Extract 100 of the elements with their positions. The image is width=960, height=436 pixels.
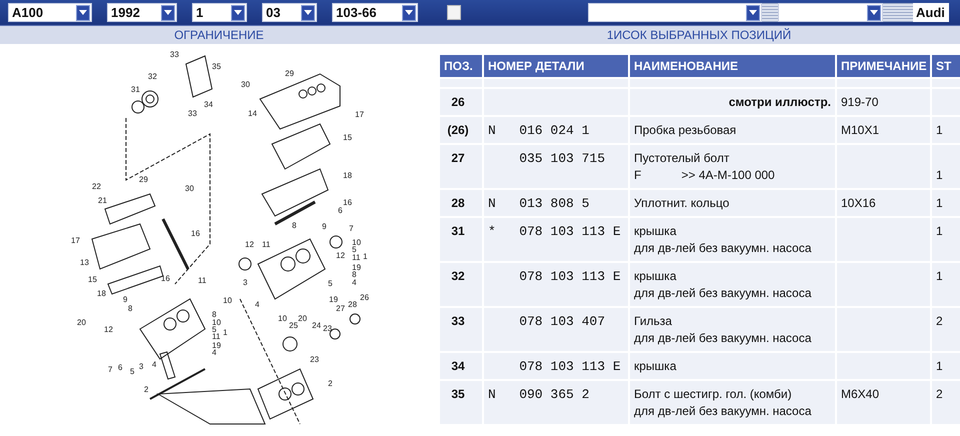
callout-number: 25 (289, 321, 298, 330)
callout-number: 7 (108, 365, 112, 374)
callout-number: 17 (355, 110, 364, 119)
callout-number: 30 (185, 184, 194, 193)
callout-number: 23 (310, 355, 319, 364)
part-name: крышка (634, 223, 678, 240)
quantity: 1 (936, 359, 943, 373)
callout-number: 29 (139, 175, 148, 184)
part-name: для дв-лей без вакуумн. насоса (634, 330, 812, 347)
callout-number: 6 (338, 206, 342, 215)
callout-number: 5 (328, 279, 332, 288)
quantity: 1 (936, 196, 943, 210)
caret-icon (405, 10, 413, 15)
caret-icon (870, 10, 878, 15)
callout-number: 6 (118, 363, 122, 372)
filter-select[interactable]: 03 (262, 3, 317, 22)
search-select[interactable] (588, 3, 762, 22)
part-name: крышка (634, 268, 678, 285)
callout-number: 5 (352, 245, 356, 254)
part-name: Пустотелый болт (634, 150, 730, 167)
callout-number: 12 (104, 325, 113, 334)
callout-number: 29 (285, 69, 294, 78)
part-number: 078 103 407 (518, 314, 606, 329)
filter-select[interactable]: 1 (192, 3, 247, 22)
part-number: N 013 808 5 (488, 196, 590, 211)
column-header: НОМЕР ДЕТАЛИ (484, 55, 628, 77)
stripe-decoration (762, 3, 778, 22)
part-number: 078 103 113 E (518, 359, 621, 374)
quantity: 2 (936, 387, 943, 401)
callout-number: 11 (262, 240, 270, 249)
filter-select[interactable] (778, 3, 883, 22)
part-note: 919-70 (841, 95, 878, 109)
callout-number: 20 (77, 318, 86, 327)
position-number: 27 (451, 151, 465, 165)
callout-number: 16 (343, 198, 352, 207)
position-number: 32 (451, 269, 465, 283)
callout-number: 19 (212, 341, 221, 350)
callout-number: 15 (88, 275, 97, 284)
position-number: 28 (451, 196, 465, 210)
part-number: 035 103 715 (518, 151, 606, 166)
checkbox[interactable] (447, 5, 461, 20)
callout-number: 33 (188, 109, 197, 118)
callout-number: 5 (130, 367, 134, 376)
filter-select[interactable]: A100 (8, 3, 92, 22)
callout-number: 10 (223, 296, 232, 305)
position-number: (26) (447, 123, 469, 137)
callout-number: 19 (352, 263, 361, 272)
part-name: Уплотнит. кольцо (634, 195, 730, 212)
callout-number: 18 (97, 289, 106, 298)
callout-number: 10 (212, 318, 221, 327)
part-number: 078 103 113 E (518, 269, 621, 284)
callout-number: 7 (349, 224, 354, 233)
position-number: 34 (451, 359, 465, 373)
stripe-decoration (883, 3, 913, 22)
part-name: крышка (634, 358, 678, 375)
column-header: ПОЗ. (440, 55, 482, 77)
position-number: 35 (451, 387, 465, 401)
part-note: M10X1 (841, 123, 880, 137)
callout-number: 19 (329, 295, 338, 304)
callout-number: 16 (191, 229, 200, 238)
column-header: НАИМЕНОВАНИЕ (630, 55, 835, 77)
callout-number: 3 (139, 362, 144, 371)
part-number: * 078 103 113 E (488, 224, 621, 239)
section-title: ОГРАНИЧЕНИЕ (173, 28, 265, 42)
brand-label: Audi (913, 3, 949, 22)
callout-number: 2 (328, 379, 332, 388)
filter-select[interactable]: 103-66 (332, 3, 418, 22)
callout-number: 11 (212, 332, 220, 341)
quantity: 1 (936, 224, 943, 238)
caret-icon (749, 10, 757, 15)
caret-icon (164, 10, 172, 15)
callout-number: 13 (80, 258, 89, 267)
callout-number: 23 (323, 324, 332, 333)
callout-number: 11 (352, 253, 360, 262)
callout-number: 4 (152, 360, 156, 369)
callout-number: 4 (212, 348, 216, 357)
callout-number: 8 (352, 270, 356, 279)
filter-select[interactable]: 1992 (107, 3, 177, 22)
part-name: для дв-лей без вакуумн. насоса (634, 403, 812, 420)
part-name: Гильза (634, 313, 673, 330)
callout-number: 27 (336, 304, 345, 313)
callout-number: 12 (245, 240, 254, 249)
part-name: смотри иллюстр. (728, 94, 831, 111)
callout-number: 10 (352, 238, 361, 247)
callout-number: 4 (352, 278, 356, 287)
callout-number: 8 (292, 221, 296, 230)
callout-number: 35 (212, 62, 221, 71)
part-name: Болт с шестигр. гол. (комби) (634, 386, 793, 403)
column-header: ПРИМЕЧАНИЕ (837, 55, 930, 77)
callout-number: 12 (336, 251, 345, 260)
callout-number: 9 (322, 222, 326, 231)
quantity: 1 (936, 168, 943, 182)
part-name: Пробка резьбовая (634, 122, 738, 139)
quantity: 1 (936, 123, 943, 137)
callout-number: 17 (71, 236, 80, 245)
part-name: для дв-лей без вакуумн. насоса (634, 285, 812, 302)
callout-number: 10 (278, 314, 287, 323)
callout-number: 31 (131, 85, 140, 94)
callout-number: 32 (148, 72, 157, 81)
callout-number: 4 (255, 300, 260, 309)
